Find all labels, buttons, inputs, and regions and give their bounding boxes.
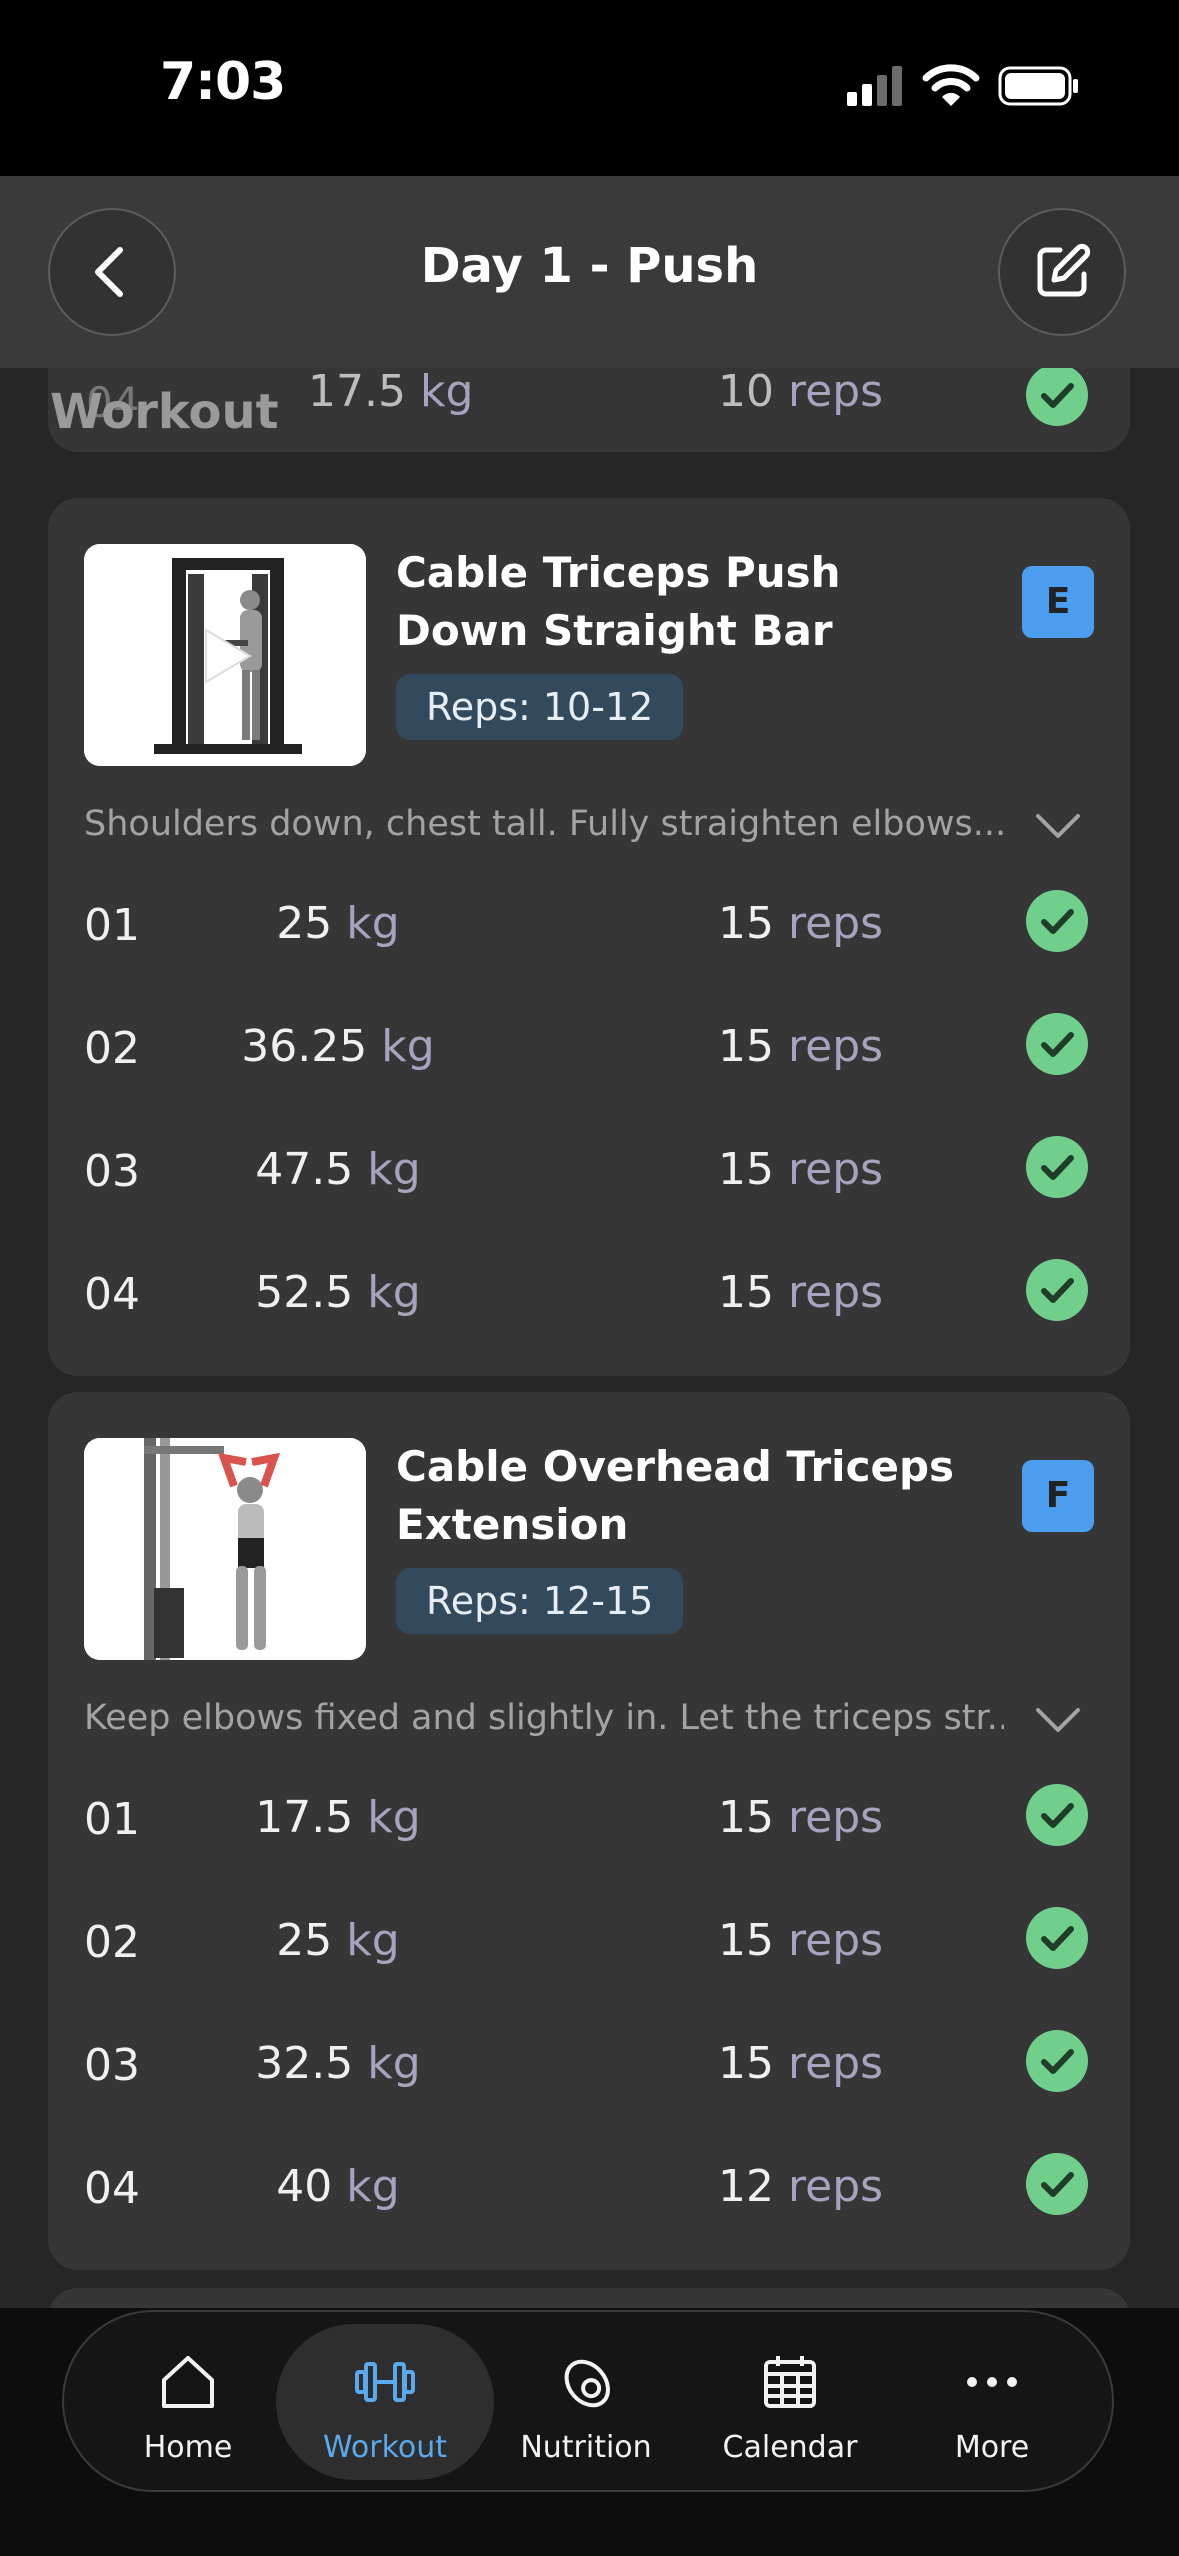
set-number: 01	[84, 1794, 140, 1845]
set-reps[interactable]: 15 reps	[718, 1915, 883, 1966]
set-row[interactable]: 02 25 kg 15 reps	[48, 1885, 1130, 1995]
status-bar: 7:03	[0, 0, 1179, 176]
chevron-down-icon[interactable]	[1032, 806, 1084, 846]
collapsed-header-label: Workout	[50, 384, 279, 440]
check-circle-icon[interactable]	[1026, 1259, 1088, 1321]
set-reps[interactable]: 15 reps	[718, 1144, 883, 1195]
edit-button[interactable]	[998, 208, 1126, 336]
check-circle-icon[interactable]	[1026, 2153, 1088, 2215]
edit-icon	[1037, 243, 1091, 297]
exercise-note: Shoulders down, chest tall. Fully straig…	[84, 804, 1004, 844]
bottom-tab-bar: Home Workout Nutrition Calendar More	[62, 2310, 1114, 2492]
set-number: 03	[84, 2040, 140, 2091]
dumbbell-icon	[355, 2362, 415, 2402]
top-nav-bar: Day 1 - Push	[0, 176, 1179, 368]
exercise-video-thumbnail[interactable]	[84, 1438, 366, 1660]
set-reps[interactable]: 12 reps	[718, 2161, 883, 2212]
set-number: 02	[84, 1917, 140, 1968]
tab-label: More	[954, 2430, 1030, 2465]
more-icon	[967, 2377, 1017, 2387]
home-icon	[162, 2356, 214, 2408]
set-reps[interactable]: 15 reps	[718, 898, 883, 949]
set-weight[interactable]: 40 kg	[178, 2161, 498, 2212]
check-circle-icon[interactable]	[1026, 1784, 1088, 1846]
set-weight[interactable]: 36.25 kg	[178, 1021, 498, 1072]
tab-nutrition[interactable]: Nutrition	[486, 2324, 686, 2480]
exercise-card-next[interactable]	[48, 2288, 1130, 2308]
check-circle-icon[interactable]	[1026, 1907, 1088, 1969]
tab-home[interactable]: Home	[88, 2324, 288, 2480]
avocado-icon	[564, 2359, 610, 2408]
play-icon	[205, 628, 252, 684]
check-circle-icon[interactable]	[1026, 2030, 1088, 2092]
calendar-icon	[764, 2356, 816, 2408]
set-reps[interactable]: 10 reps	[718, 368, 883, 417]
chevron-down-icon[interactable]	[1032, 1700, 1084, 1740]
set-row[interactable]: 03 47.5 kg 15 reps	[48, 1114, 1130, 1224]
set-row[interactable]: 01 17.5 kg 15 reps	[48, 1762, 1130, 1872]
set-weight[interactable]: 25 kg	[178, 1915, 498, 1966]
set-number: 04	[84, 2163, 140, 2214]
tab-calendar[interactable]: Calendar	[690, 2324, 890, 2480]
tab-label: Calendar	[722, 2430, 858, 2465]
set-weight[interactable]: 17.5 kg	[308, 368, 473, 417]
battery-icon	[998, 66, 1078, 106]
exercise-card[interactable]: Cable Triceps Push Down Straight Bar Rep…	[48, 498, 1130, 1376]
set-row[interactable]: 04 52.5 kg 15 reps	[48, 1237, 1130, 1347]
set-number: 01	[84, 900, 140, 951]
overhead-extension-illustration	[84, 1438, 366, 1660]
set-number: 02	[84, 1023, 140, 1074]
set-number: 04	[84, 1269, 140, 1320]
superset-badge: E	[1022, 566, 1094, 638]
reps-target-badge: Reps: 10-12	[396, 674, 684, 740]
set-row[interactable]: 02 36.25 kg 15 reps	[48, 991, 1130, 1101]
set-weight[interactable]: 17.5 kg	[178, 1792, 498, 1843]
workout-content[interactable]: 04 17.5 kg 10 reps Workout Cable Triceps…	[0, 368, 1179, 2308]
set-reps[interactable]: 15 reps	[718, 1792, 883, 1843]
status-time: 7:03	[160, 52, 286, 112]
tab-workout[interactable]: Workout	[276, 2324, 494, 2480]
set-weight[interactable]: 52.5 kg	[178, 1267, 498, 1318]
exercise-title: Cable Overhead Triceps Extension	[396, 1442, 955, 1549]
cellular-signal-icon	[847, 66, 902, 106]
tab-more[interactable]: More	[892, 2324, 1092, 2480]
tab-label: Home	[143, 2430, 233, 2465]
check-circle-icon[interactable]	[1026, 1136, 1088, 1198]
set-row[interactable]: 01 25 kg 15 reps	[48, 868, 1130, 978]
set-number: 03	[84, 1146, 140, 1197]
set-row[interactable]: 04 40 kg 12 reps	[48, 2131, 1130, 2241]
exercise-note: Keep elbows fixed and slightly in. Let t…	[84, 1698, 1004, 1738]
check-circle-icon[interactable]	[1026, 368, 1088, 426]
set-weight[interactable]: 25 kg	[178, 898, 498, 949]
set-reps[interactable]: 15 reps	[718, 2038, 883, 2089]
tab-label: Workout	[322, 2430, 448, 2465]
set-reps[interactable]: 15 reps	[718, 1267, 883, 1318]
check-circle-icon[interactable]	[1026, 890, 1088, 952]
set-reps[interactable]: 15 reps	[718, 1021, 883, 1072]
set-weight[interactable]: 47.5 kg	[178, 1144, 498, 1195]
reps-target-badge: Reps: 12-15	[396, 1568, 684, 1634]
check-circle-icon[interactable]	[1026, 1013, 1088, 1075]
exercise-video-thumbnail[interactable]	[84, 544, 366, 766]
tab-label: Nutrition	[520, 2430, 652, 2465]
set-row[interactable]: 03 32.5 kg 15 reps	[48, 2008, 1130, 2118]
superset-badge: F	[1022, 1460, 1094, 1532]
wifi-icon	[922, 64, 980, 106]
set-weight[interactable]: 32.5 kg	[178, 2038, 498, 2089]
exercise-title: Cable Triceps Push Down Straight Bar	[396, 548, 841, 655]
exercise-card[interactable]: Cable Overhead Triceps Extension Reps: 1…	[48, 1392, 1130, 2270]
